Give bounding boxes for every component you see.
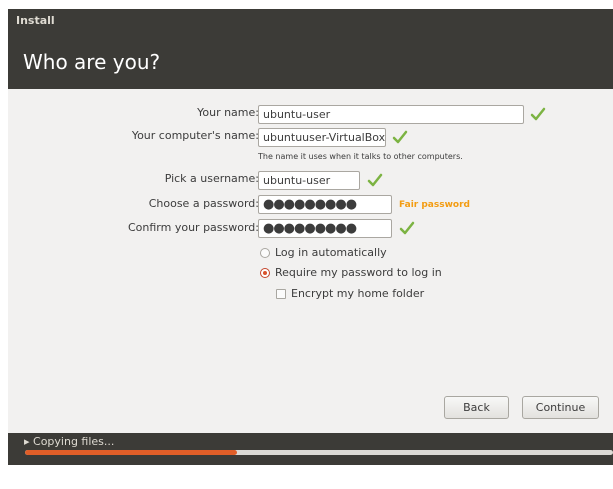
confirm-password-field[interactable]: ●●●●●●●●● [258,219,392,238]
continue-button[interactable]: Continue [522,396,599,419]
username-label: Pick a username: [164,172,259,185]
password-strength: Fair password [399,200,470,210]
login-auto-option[interactable]: Log in automatically [260,246,387,259]
computer-name-check-icon [392,130,408,144]
computer-name-label: Your computer's name: [131,129,259,142]
user-form: Your name: ubuntu-user Your computer's n… [8,91,613,431]
encrypt-home-label: Encrypt my home folder [291,287,425,300]
progress-bar [25,450,613,455]
page-title: Who are you? [23,50,161,74]
page-header: Who are you? [8,36,613,89]
username-check-icon [367,173,383,187]
encrypt-home-checkbox[interactable] [276,289,286,299]
username-field[interactable]: ubuntu-user [258,171,360,190]
confirm-password-label: Confirm your password: [127,221,259,234]
login-require-option[interactable]: Require my password to log in [260,266,442,279]
name-check-icon [530,107,546,121]
encrypt-home-option[interactable]: Encrypt my home folder [276,287,424,300]
login-auto-radio[interactable] [260,248,270,258]
window-title: Install [16,14,55,27]
progress-fill [25,450,237,455]
password-label: Choose a password: [148,197,259,210]
installer-window: Install Who are you? Your name: ubuntu-u… [8,9,613,465]
computer-name-hint: The name it uses when it talks to other … [258,152,463,161]
login-require-label: Require my password to log in [275,266,442,279]
computer-name-field[interactable]: ubuntuuser-VirtualBox [258,128,386,147]
confirm-password-check-icon [399,221,415,235]
back-button[interactable]: Back [444,396,509,419]
login-auto-label: Log in automatically [275,246,387,259]
name-field[interactable]: ubuntu-user [258,105,524,124]
title-bar: Install [8,9,613,36]
progress-panel: ▸ Copying files... [8,433,613,465]
name-label: Your name: [197,106,259,119]
login-require-radio[interactable] [260,268,270,278]
password-field[interactable]: ●●●●●●●●● [258,195,392,214]
progress-label[interactable]: ▸ Copying files... [24,435,114,448]
